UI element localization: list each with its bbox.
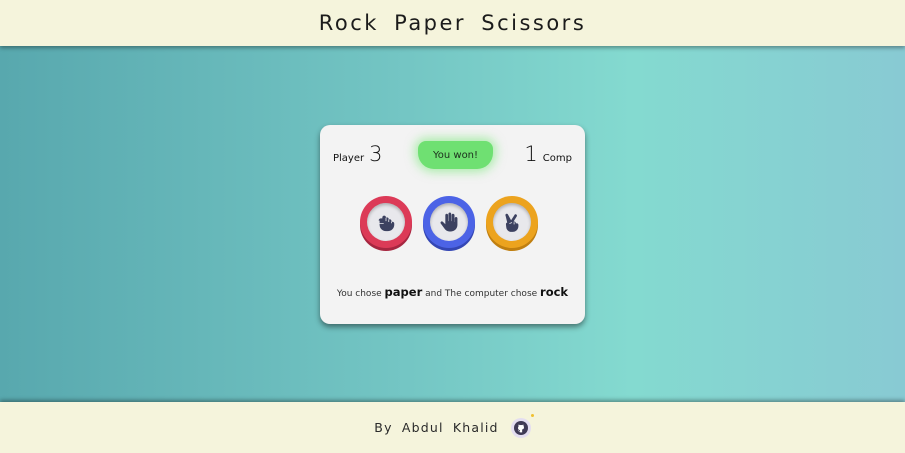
github-link[interactable] xyxy=(510,413,534,438)
paper-button[interactable] xyxy=(423,196,475,248)
message-prefix: You chose xyxy=(336,289,382,299)
game-card: Player 3 You won! 1 Comp You chose paper… xyxy=(320,125,585,324)
round-message: You chose paper and The computer chose r… xyxy=(320,285,585,299)
player-choice: paper xyxy=(384,285,423,299)
fist-icon xyxy=(378,215,395,232)
github-icon xyxy=(513,420,528,435)
page-footer: By Abdul Khalid xyxy=(0,402,905,453)
author-credit: By Abdul Khalid xyxy=(374,420,499,435)
computer-score: 1 Comp xyxy=(524,142,572,166)
page-header: Rock Paper Scissors xyxy=(0,0,905,46)
rock-button[interactable] xyxy=(360,196,412,248)
message-middle: and The computer chose xyxy=(425,289,538,299)
computer-label: Comp xyxy=(542,153,572,164)
open-hand-icon xyxy=(440,212,458,232)
player-score-value: 3 xyxy=(369,142,383,166)
computer-choice: rock xyxy=(540,285,569,299)
player-score: Player 3 xyxy=(333,142,383,166)
choice-buttons xyxy=(360,196,540,248)
sparkle-icon xyxy=(530,413,534,417)
result-badge: You won! xyxy=(418,141,493,169)
peace-hand-icon xyxy=(505,213,519,232)
page-title: Rock Paper Scissors xyxy=(318,11,587,35)
scissors-button[interactable] xyxy=(486,196,538,248)
player-label: Player xyxy=(333,153,365,164)
computer-score-value: 1 xyxy=(524,142,538,166)
